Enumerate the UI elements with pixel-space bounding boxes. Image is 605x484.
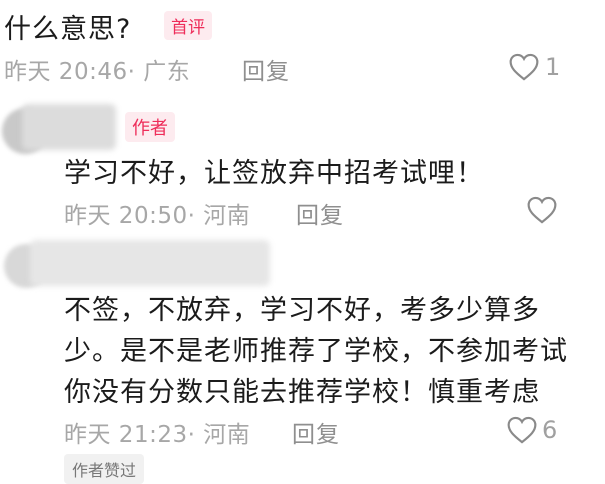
reply-meta: 昨天 21:23· 河南 xyxy=(64,422,251,448)
username-blurred[interactable] xyxy=(30,240,270,286)
like-count: 6 xyxy=(542,416,558,444)
heart-outline-icon[interactable] xyxy=(506,416,538,444)
username-blurred[interactable] xyxy=(22,104,116,150)
reply-button[interactable]: 回复 xyxy=(242,52,290,86)
author-liked-badge: 作者赞过 xyxy=(64,454,145,484)
heart-outline-icon[interactable] xyxy=(508,53,540,81)
like-count: 1 xyxy=(545,53,561,81)
heart-outline-icon[interactable] xyxy=(526,196,558,224)
first-comment-badge: 首评 xyxy=(164,11,212,40)
reply-button[interactable]: 回复 xyxy=(296,196,344,230)
reply-text-line: 你没有分数只能去推荐学校！慎重考虑 xyxy=(64,377,540,408)
comment-meta: 昨天 20:46· 广东 xyxy=(4,59,191,85)
reply-text-line: 不签，不放弃，学习不好，考多少算多 xyxy=(64,295,540,326)
reply-text-line: 少。是不是老师推荐了学校，不参加考试 xyxy=(64,336,568,367)
reply-button[interactable]: 回复 xyxy=(292,415,340,449)
reply-text: 学习不好，让签放弃中招考试哩！ xyxy=(64,158,484,189)
comment-text: 什么意思? xyxy=(4,14,132,45)
author-badge: 作者 xyxy=(125,112,175,142)
reply-meta: 昨天 20:50· 河南 xyxy=(64,203,251,229)
